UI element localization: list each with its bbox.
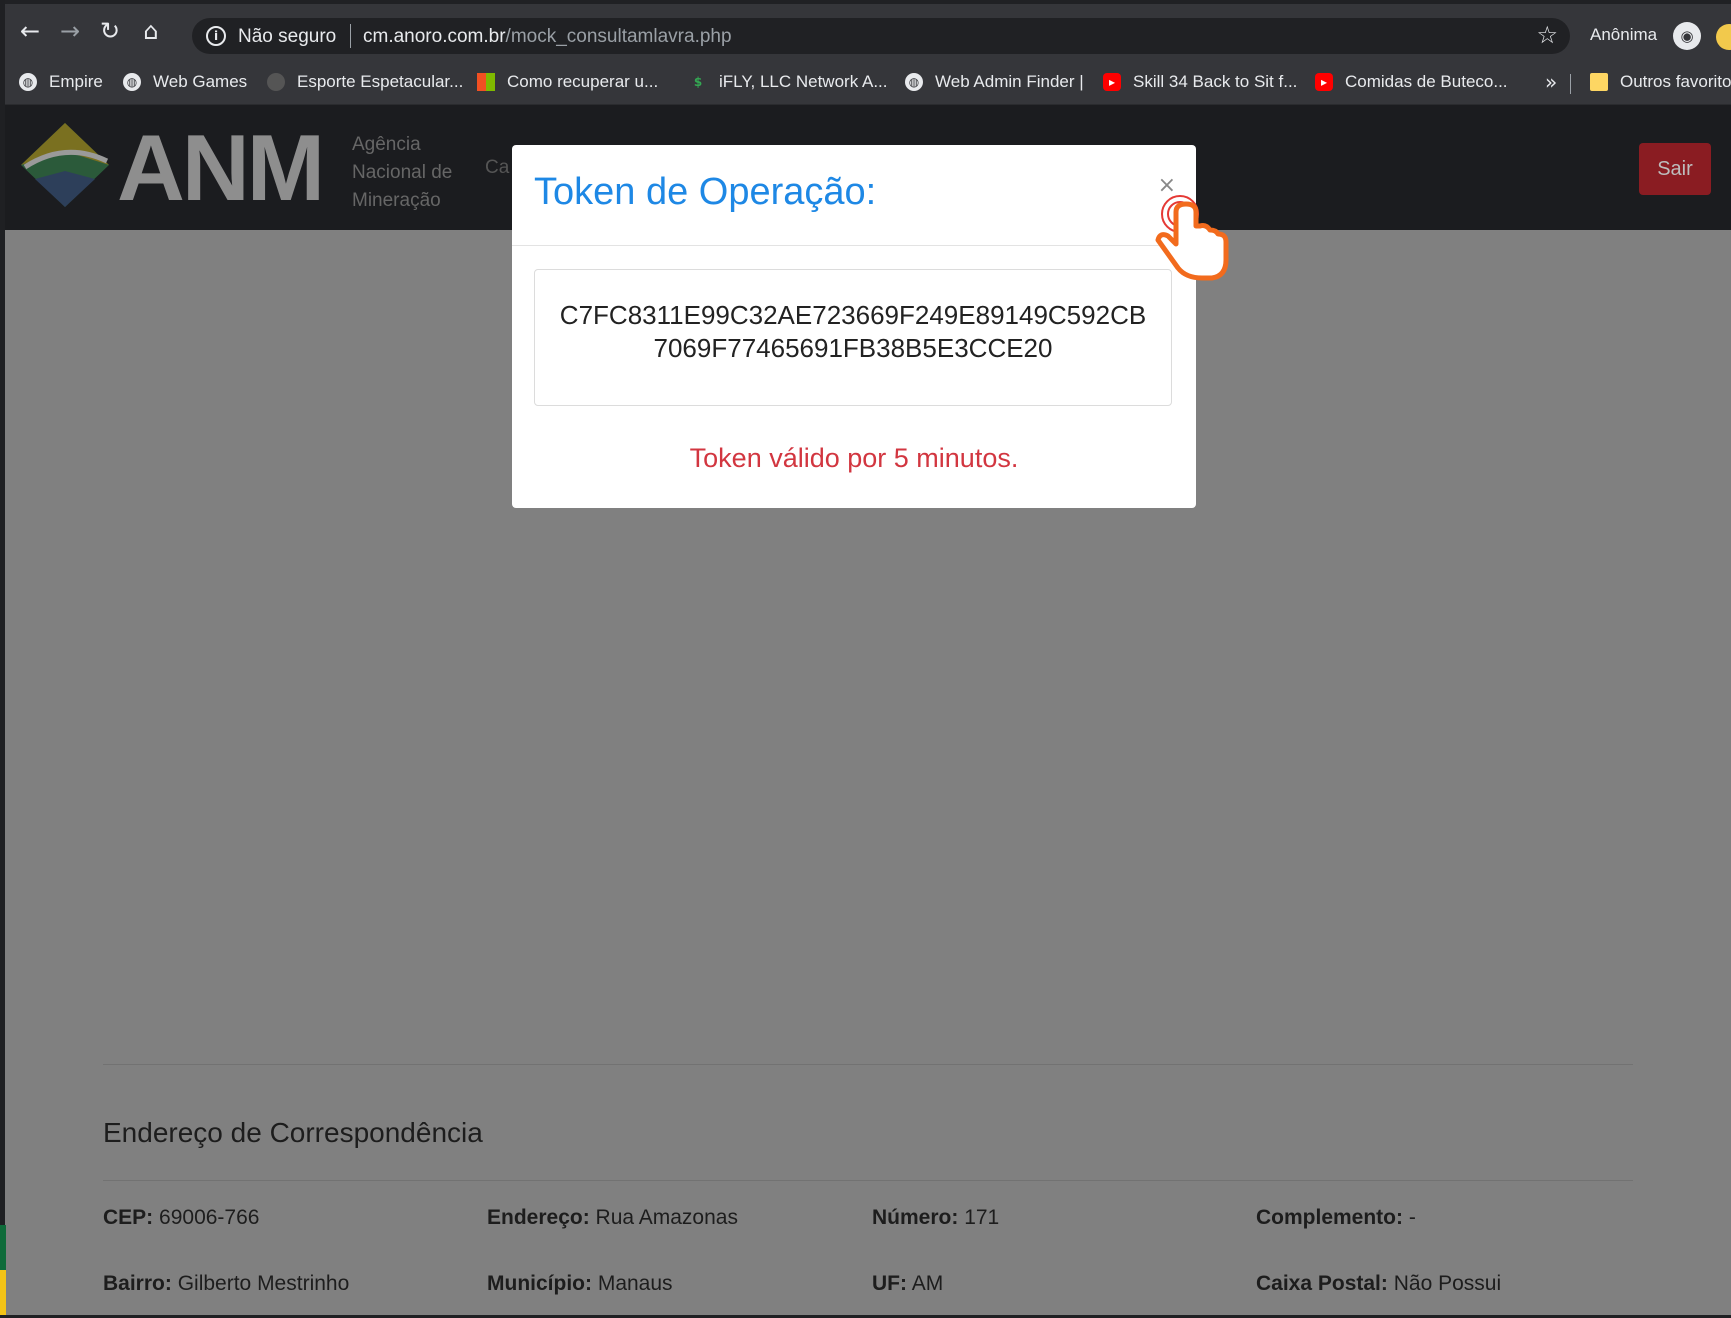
logo-subtitle-line: Mineração <box>352 190 441 211</box>
field-value: 171 <box>964 1206 1000 1229</box>
field-value: Gilberto Mestrinho <box>177 1272 350 1295</box>
youtube-icon: ▸ <box>1315 73 1333 91</box>
address-field-caixa-postal: Caixa Postal: Não Possui <box>1256 1272 1501 1296</box>
edge-strip <box>0 1270 6 1315</box>
browser-window: ← → ↻ ⌂ i Não seguro cm.anoro.com.br/moc… <box>5 0 1731 1315</box>
forward-icon[interactable]: → <box>57 18 83 44</box>
field-key: UF: <box>872 1272 907 1295</box>
bookmark-label: Outros favoritos <box>1620 72 1731 91</box>
edge-strip <box>0 1225 6 1270</box>
anm-logo-icon <box>21 123 109 207</box>
logo-subtitle-line: Nacional de <box>352 162 453 183</box>
field-key: Número: <box>872 1206 959 1229</box>
bookmark-label: Skill 34 Back to Sit f... <box>1133 72 1298 91</box>
browser-toolbar: ← → ↻ ⌂ i Não seguro cm.anoro.com.br/moc… <box>5 0 1731 60</box>
back-icon[interactable]: ← <box>17 18 43 44</box>
url-host: cm.anoro.com.br <box>363 26 506 47</box>
field-key: Complemento: <box>1256 1206 1403 1229</box>
bookmark-label: Web Admin Finder | <box>935 72 1084 91</box>
modal-divider <box>512 245 1196 246</box>
globe-icon: ◍ <box>123 73 141 91</box>
address-field-municipio: Município: Manaus <box>487 1272 673 1296</box>
token-modal: Token de Operação: × C7FC8311E99C32AE723… <box>512 145 1196 508</box>
bookmark-item[interactable]: $ iFLY, LLC Network A... <box>689 70 888 94</box>
profile-label[interactable]: Anônima <box>1590 25 1657 45</box>
bookmark-label: Web Games <box>153 72 248 91</box>
bookmark-label: iFLY, LLC Network A... <box>719 72 888 91</box>
nav-item[interactable]: Ca <box>485 157 509 179</box>
address-field-endereco: Endereço: Rua Amazonas <box>487 1206 738 1230</box>
logo-subtitle-line: Agência <box>352 134 421 155</box>
field-value: 69006-766 <box>159 1206 260 1229</box>
field-key: Município: <box>487 1272 592 1295</box>
site-icon <box>267 73 285 91</box>
bookmark-label: Empire <box>49 72 103 91</box>
modal-title: Token de Operação: <box>534 171 877 213</box>
bookmark-label: Esporte Espetacular... <box>297 72 464 91</box>
field-key: CEP: <box>103 1206 154 1229</box>
address-field-bairro: Bairro: Gilberto Mestrinho <box>103 1272 349 1296</box>
logo-text: ANM <box>117 115 325 220</box>
bookmark-star-icon[interactable]: ☆ <box>1536 21 1558 49</box>
globe-icon: ◍ <box>19 73 37 91</box>
logo-subtitle: Agência Nacional de Mineração <box>352 131 452 215</box>
home-icon[interactable]: ⌂ <box>138 18 164 44</box>
reload-icon[interactable]: ↻ <box>97 18 123 44</box>
bookmark-item[interactable]: ▸ Comidas de Buteco... <box>1315 70 1508 94</box>
bookmark-label: Comidas de Buteco... <box>1345 72 1508 91</box>
field-value: Manaus <box>597 1272 673 1295</box>
bookmark-item[interactable]: ◍ Web Games <box>123 70 247 94</box>
bookmark-item[interactable]: Esporte Espetacular... <box>267 70 463 94</box>
bookmarks-divider <box>1570 74 1571 94</box>
token-line: 7069F77465691FB38B5E3CCE20 <box>653 333 1053 363</box>
address-bar[interactable]: i Não seguro cm.anoro.com.br/mock_consul… <box>192 18 1570 54</box>
bookmark-item[interactable]: ◍ Empire <box>19 70 103 94</box>
field-key: Endereço: <box>487 1206 590 1229</box>
address-section-title: Endereço de Correspondência <box>103 1117 483 1148</box>
bookmark-item[interactable]: Como recuperar u... <box>477 70 658 94</box>
token-line: C7FC8311E99C32AE723669F249E89149C592CB <box>559 300 1147 330</box>
bookmark-item[interactable]: ◍ Web Admin Finder | <box>905 70 1084 94</box>
youtube-icon: ▸ <box>1103 73 1121 91</box>
folder-icon <box>1590 73 1608 91</box>
bookmark-label: Como recuperar u... <box>507 72 659 91</box>
address-field-cep: CEP: 69006-766 <box>103 1206 259 1230</box>
info-icon[interactable]: i <box>206 26 226 46</box>
url-text[interactable]: cm.anoro.com.br/mock_consultamlavra.php <box>363 26 732 48</box>
hand-cursor-icon <box>1155 195 1229 281</box>
token-box: C7FC8311E99C32AE723669F249E89149C592CB 7… <box>534 269 1172 406</box>
globe-icon: ◍ <box>905 73 923 91</box>
address-field-uf: UF: AM <box>872 1272 943 1296</box>
other-bookmarks[interactable]: Outros favoritos <box>1590 70 1731 94</box>
token-validity-text: Token válido por 5 minutos. <box>689 443 1019 473</box>
extension-icon[interactable] <box>1716 24 1731 50</box>
ifly-icon: $ <box>689 73 707 91</box>
incognito-icon[interactable]: ◉ <box>1673 22 1701 50</box>
divider <box>103 1180 1633 1181</box>
microsoft-icon <box>477 73 495 91</box>
field-key: Caixa Postal: <box>1256 1272 1388 1295</box>
field-value: AM <box>911 1272 944 1295</box>
bookmarks-bar: ◍ Empire ◍ Web Games Esporte Espetacular..… <box>5 60 1731 105</box>
address-field-complemento: Complemento: - <box>1256 1206 1416 1230</box>
field-value: Rua Amazonas <box>595 1206 738 1229</box>
field-key: Bairro: <box>103 1272 172 1295</box>
field-value: Não Possui <box>1393 1272 1502 1295</box>
divider <box>103 1064 1633 1065</box>
bookmark-item[interactable]: ▸ Skill 34 Back to Sit f... <box>1103 70 1297 94</box>
field-value: - <box>1408 1206 1416 1229</box>
url-path: /mock_consultamlavra.php <box>505 26 732 47</box>
security-label[interactable]: Não seguro <box>238 26 336 48</box>
address-field-numero: Número: 171 <box>872 1206 999 1230</box>
bookmarks-overflow-icon[interactable]: » <box>1545 70 1557 94</box>
logout-button[interactable]: Sair <box>1639 143 1711 195</box>
omnibox-divider <box>350 24 351 48</box>
